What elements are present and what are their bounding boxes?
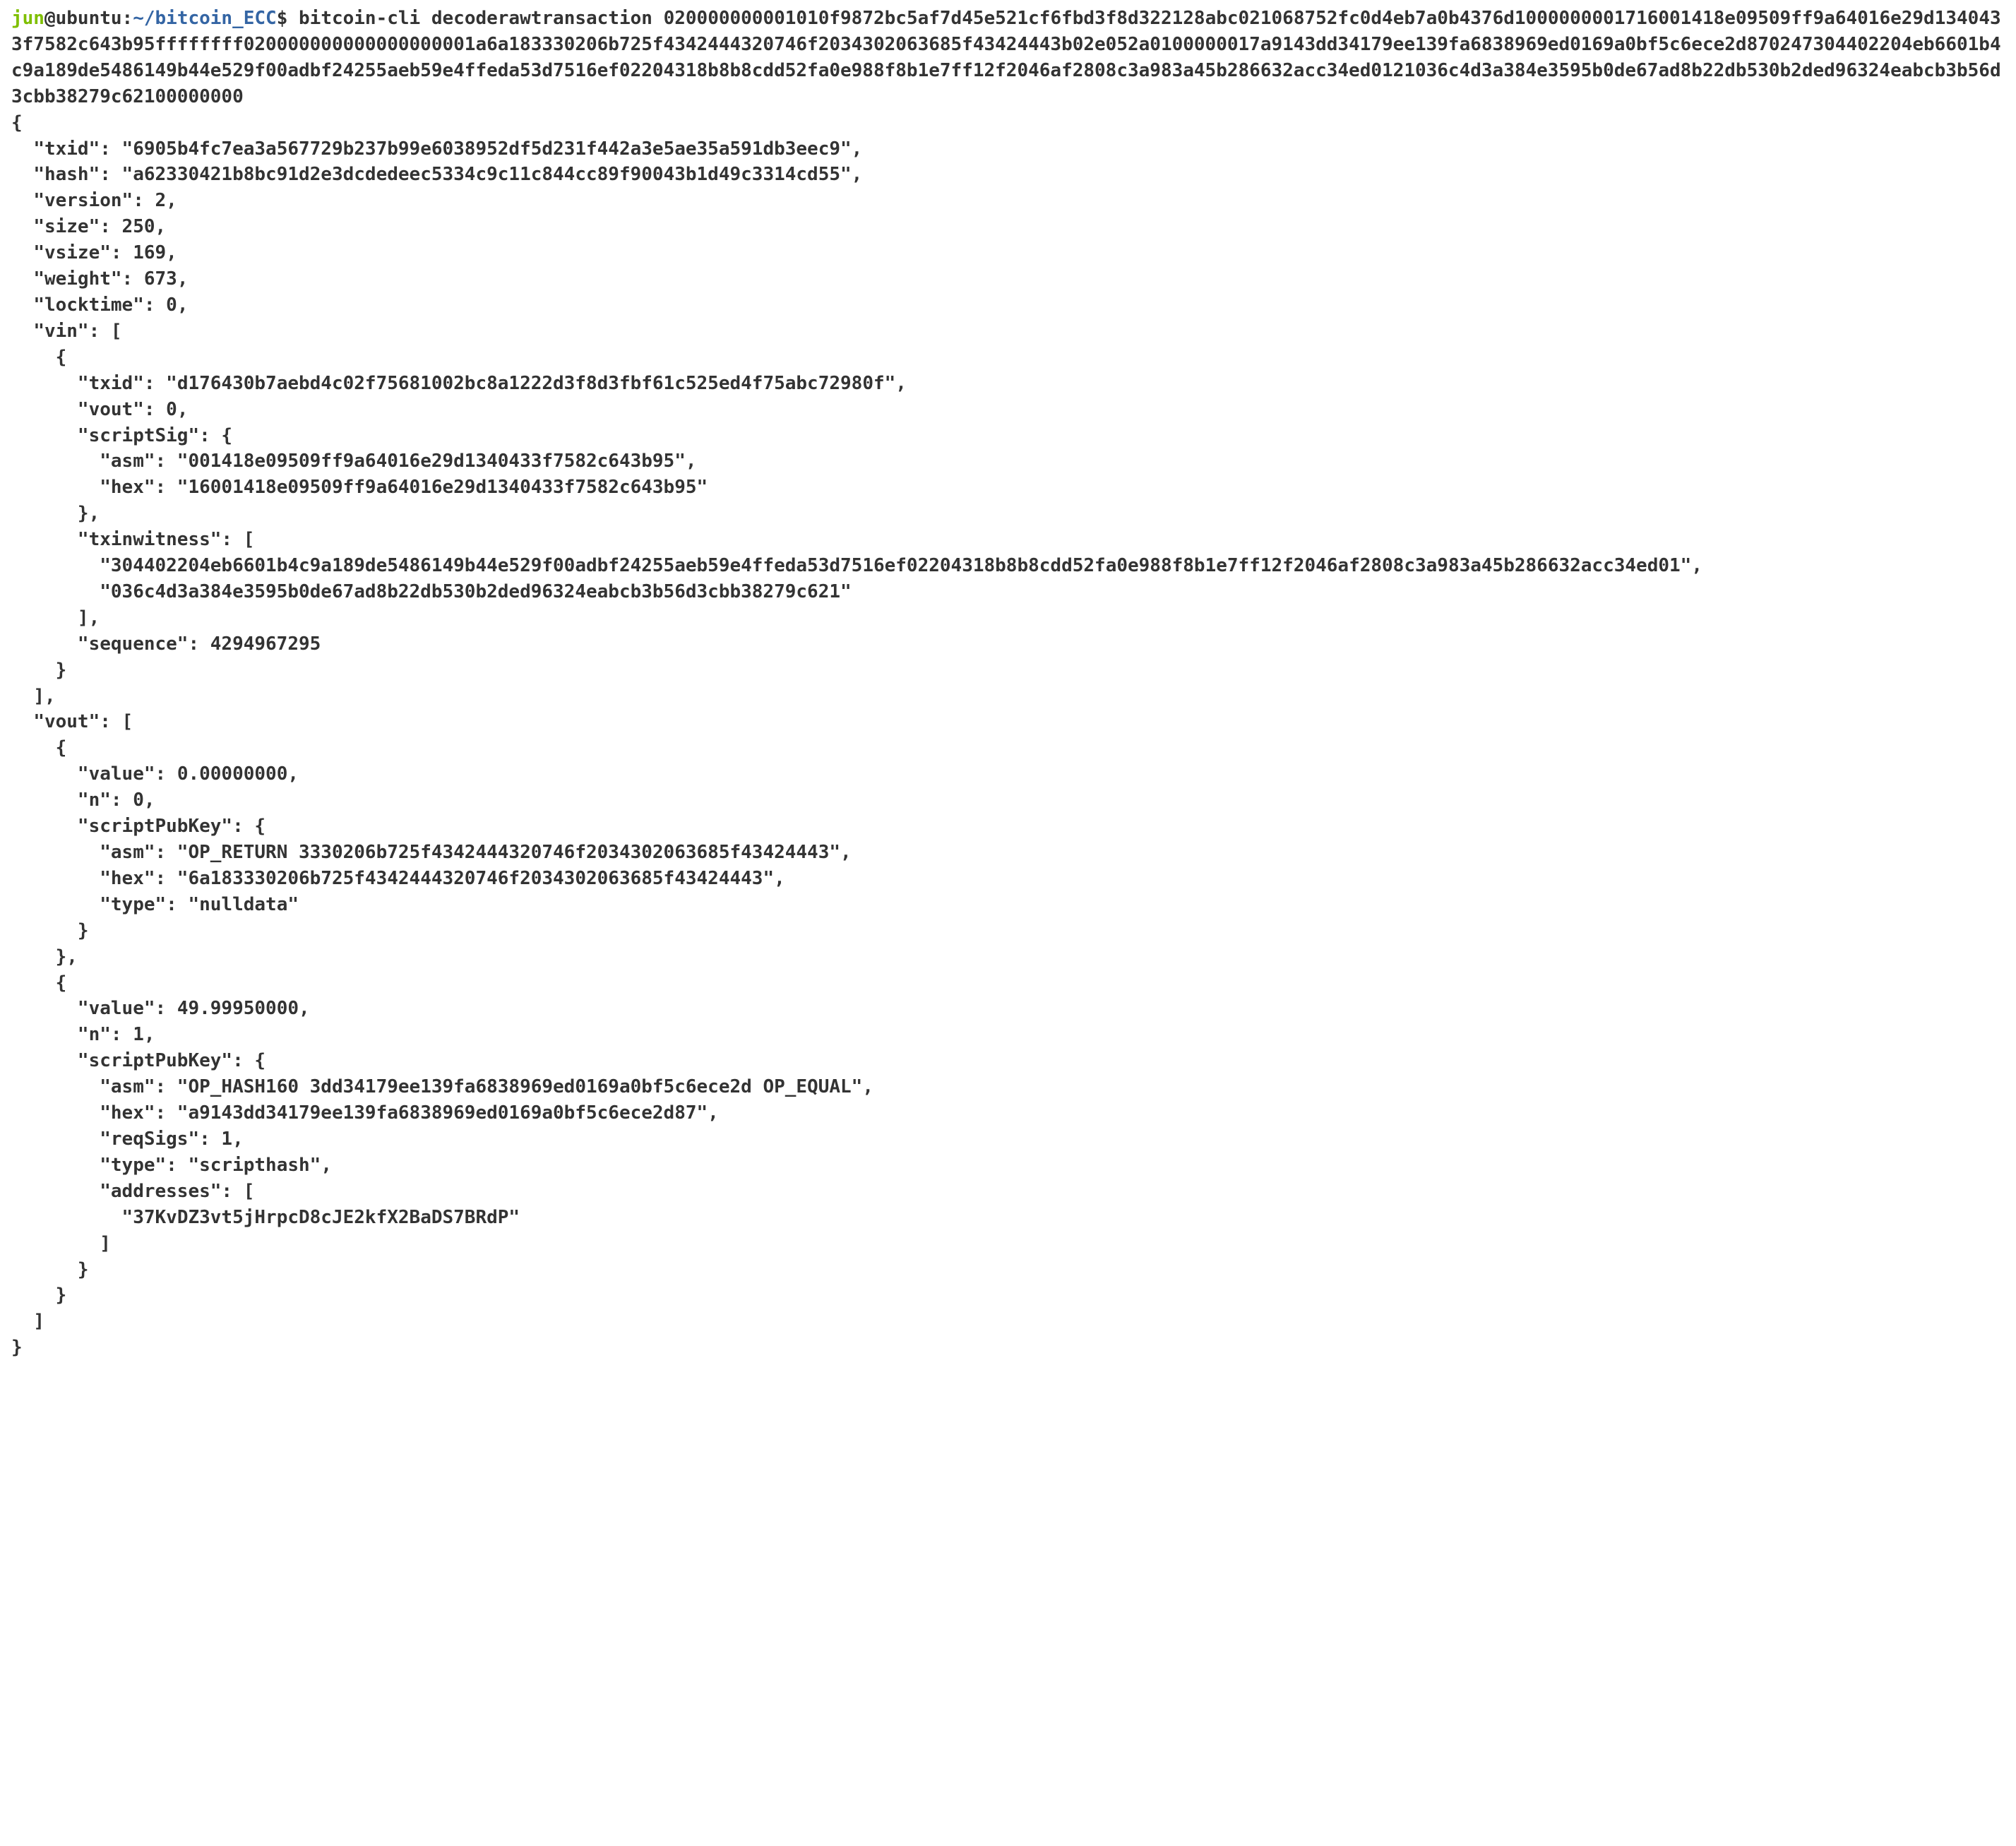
sequence-value: 4294967295 xyxy=(210,633,321,655)
prompt-at: @ xyxy=(44,8,56,29)
vout0-asm: OP_RETURN 3330206b725f4342444320746f2034… xyxy=(188,842,829,863)
hash-value: a62330421b8bc91d2e3dcdedeec5334c9c11c844… xyxy=(133,164,840,185)
txid-value: 6905b4fc7ea3a567729b237b99e6038952df5d23… xyxy=(133,138,840,160)
terminal-output[interactable]: jun@ubuntu:~/bitcoin_ECC$ bitcoin-cli de… xyxy=(0,0,2016,1366)
vout0-n: 0 xyxy=(133,790,144,811)
vout1-type: scripthash xyxy=(199,1155,310,1176)
vout1-value: 49.99950000 xyxy=(177,998,299,1019)
vout1-asm: OP_HASH160 3dd34179ee139fa6838969ed0169a… xyxy=(188,1076,851,1097)
version-value: 2 xyxy=(155,190,167,211)
prompt-host: ubuntu xyxy=(56,8,122,29)
vout0-type: nulldata xyxy=(199,894,287,915)
vin-txid-value: d176430b7aebd4c02f75681002bc8a1222d3f8d3… xyxy=(177,373,885,394)
vout1-address-0: 37KvDZ3vt5jHrpcD8cJE2kfX2BaDS7BRdP xyxy=(133,1207,508,1228)
locktime-value: 0 xyxy=(166,294,177,316)
vout1-reqsigs: 1 xyxy=(221,1129,232,1150)
scriptsig-asm-value: 001418e09509ff9a64016e29d1340433f7582c64… xyxy=(188,451,674,472)
prompt-path: ~/bitcoin_ECC xyxy=(133,8,277,29)
size-value: 250 xyxy=(122,216,155,237)
weight-value: 673 xyxy=(144,268,177,290)
prompt-colon: : xyxy=(122,8,133,29)
txinwitness-0-value: 304402204eb6601b4c9a189de5486149b44e529f… xyxy=(111,555,1681,576)
vout1-hex: a9143dd34179ee139fa6838969ed0169a0bf5c6e… xyxy=(188,1102,696,1124)
vin-vout-value: 0 xyxy=(166,399,177,420)
vout0-hex: 6a183330206b725f4342444320746f2034302063… xyxy=(188,868,763,889)
prompt-dollar: $ xyxy=(277,8,288,29)
txinwitness-1-value: 036c4d3a384e3595b0de67ad8b22db530b2ded96… xyxy=(111,581,840,602)
vout1-n: 1 xyxy=(133,1024,144,1045)
vout0-value: 0.00000000 xyxy=(177,763,288,785)
scriptsig-hex-value: 16001418e09509ff9a64016e29d1340433f7582c… xyxy=(188,477,696,498)
prompt-user: jun xyxy=(11,8,44,29)
vsize-value: 169 xyxy=(133,242,166,263)
command-text: bitcoin-cli decoderawtransaction 0200000… xyxy=(11,8,2001,107)
